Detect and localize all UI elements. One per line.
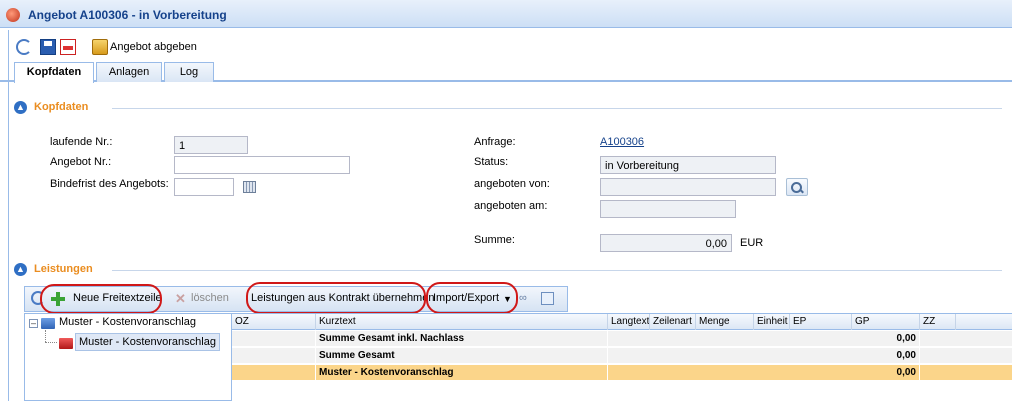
cell-gp: 0,00 — [852, 365, 920, 381]
column-header-langtext[interactable]: Langtext — [608, 314, 650, 330]
services-grid: OZ Kurztext Langtext Zeilenart Menge Ein… — [232, 313, 1012, 401]
folder-icon — [59, 338, 73, 349]
collapse-icon[interactable]: ▲ — [14, 101, 27, 114]
cell-kurztext: Summe Gesamt — [316, 348, 608, 364]
position-tree: – Muster - Kostenvoranschlag Muster - Ko… — [24, 313, 232, 401]
table-row[interactable]: Summe Gesamt inkl. Nachlass 0,00 — [232, 331, 1012, 347]
window-title: Angebot A100306 - in Vorbereitung — [28, 8, 227, 22]
search-icon[interactable] — [786, 178, 808, 196]
leistungen-section-title: Leistungen — [34, 263, 93, 275]
left-border — [8, 30, 9, 401]
cell-gp: 0,00 — [852, 348, 920, 364]
column-header-menge[interactable]: Menge — [696, 314, 754, 330]
grid-header: OZ Kurztext Langtext Zeilenart Menge Ein… — [232, 314, 1012, 330]
grid-settings-icon[interactable] — [541, 292, 554, 305]
cell-kurztext: Muster - Kostenvoranschlag — [316, 365, 608, 381]
save-icon[interactable] — [40, 39, 56, 55]
collapse-node-icon[interactable]: – — [29, 319, 38, 328]
tab-kopfdaten[interactable]: Kopfdaten — [14, 62, 94, 83]
currency-label: EUR — [740, 237, 764, 249]
cell-gp: 0,00 — [852, 331, 920, 347]
app-icon — [6, 8, 20, 22]
pdf-icon[interactable] — [60, 39, 76, 55]
refresh-icon[interactable] — [16, 39, 32, 55]
column-header-zeilenart[interactable]: Zeilenart — [650, 314, 696, 330]
collapse-icon[interactable]: ▲ — [14, 263, 27, 276]
highlight-import-export — [426, 282, 518, 314]
tree-connector — [45, 342, 57, 343]
leistungen-section-header[interactable]: ▲ Leistungen — [14, 262, 1004, 278]
highlight-contract — [246, 282, 426, 314]
calendar-icon[interactable] — [243, 181, 256, 193]
angeboten-am-label: angeboten am: — [474, 200, 548, 212]
submit-offer-button[interactable]: Angebot abgeben — [110, 41, 197, 53]
angeboten-von-field — [600, 178, 776, 196]
tree-child-item[interactable]: Muster - Kostenvoranschlag — [75, 333, 220, 351]
laufende-nr-field: 1 — [174, 136, 248, 154]
submit-offer-icon[interactable] — [92, 39, 108, 55]
column-header-einheit[interactable]: Einheit — [754, 314, 790, 330]
cell-oz — [232, 365, 316, 381]
delete-button[interactable]: löschen — [191, 292, 229, 304]
tab-bar: Kopfdaten Anlagen Log — [0, 60, 1012, 83]
column-header-zz[interactable]: ZZ — [920, 314, 956, 330]
column-header-gp[interactable]: GP — [852, 314, 920, 330]
laufende-nr-label: laufende Nr.: — [50, 136, 113, 148]
cell-oz — [232, 348, 316, 364]
delete-icon[interactable]: ✕ — [175, 292, 187, 305]
bindefrist-field[interactable] — [174, 178, 234, 196]
column-header-kurztext[interactable]: Kurztext — [316, 314, 608, 330]
window-titlebar: Angebot A100306 - in Vorbereitung — [0, 0, 1012, 28]
kopfdaten-section-title: Kopfdaten — [34, 101, 89, 113]
cell-oz — [232, 331, 316, 347]
anfrage-link[interactable]: A100306 — [600, 136, 644, 148]
tree-root-item[interactable]: Muster - Kostenvoranschlag — [59, 316, 196, 334]
status-field: in Vorbereitung — [600, 156, 776, 174]
summe-field: 0,00 — [600, 234, 732, 252]
anfrage-label: Anfrage: — [474, 136, 516, 148]
table-row[interactable]: Summe Gesamt 0,00 — [232, 348, 1012, 364]
cell-kurztext: Summe Gesamt inkl. Nachlass — [316, 331, 608, 347]
tab-anlagen[interactable]: Anlagen — [96, 62, 162, 82]
column-header-ep[interactable]: EP — [790, 314, 852, 330]
angeboten-von-label: angeboten von: — [474, 178, 550, 190]
summe-label: Summe: — [474, 234, 515, 246]
main-toolbar: Angebot abgeben — [0, 36, 1012, 58]
table-row-selected[interactable]: Muster - Kostenvoranschlag 0,00 — [232, 365, 1012, 381]
section-divider — [112, 270, 1002, 271]
folder-icon — [41, 318, 55, 329]
angebot-nr-field[interactable] — [174, 156, 350, 174]
kopfdaten-section-header[interactable]: ▲ Kopfdaten — [14, 100, 1004, 116]
angebot-nr-label: Angebot Nr.: — [50, 156, 112, 168]
bindefrist-label: Bindefrist des Angebots: — [50, 178, 169, 190]
status-label: Status: — [474, 156, 509, 168]
link-icon[interactable]: ∞ — [519, 292, 527, 304]
angeboten-am-field — [600, 200, 736, 218]
highlight-new-line — [40, 284, 162, 314]
tree-connector — [45, 330, 46, 342]
section-divider — [112, 108, 1002, 109]
column-header-oz[interactable]: OZ — [232, 314, 316, 330]
tab-log[interactable]: Log — [164, 62, 214, 82]
